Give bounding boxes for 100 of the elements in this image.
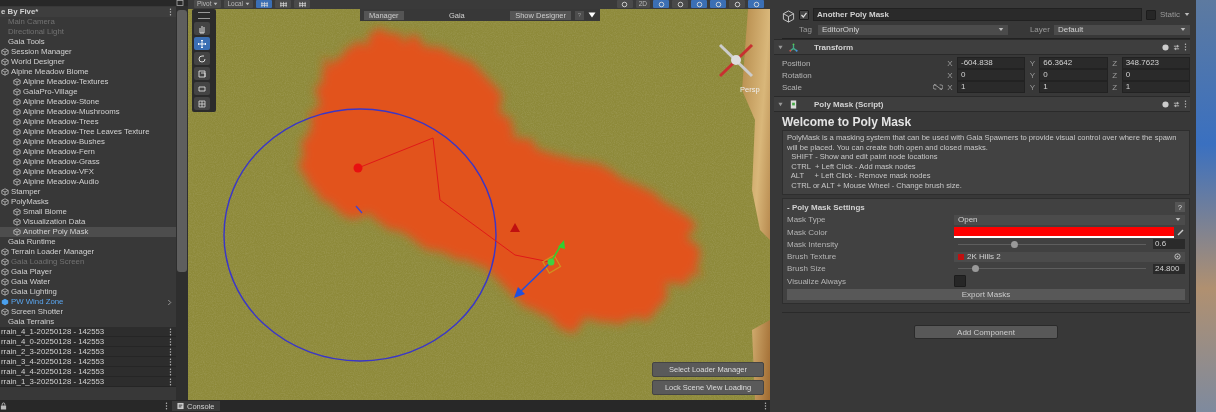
console-icon xyxy=(177,402,184,410)
number-field[interactable]: 1 xyxy=(1121,81,1190,93)
component-header[interactable]: Poly Mask (Script) xyxy=(774,96,1190,112)
number-field[interactable]: 24.800 xyxy=(1153,263,1185,274)
active-checkbox[interactable] xyxy=(799,9,809,20)
link-icon[interactable] xyxy=(933,84,943,90)
color-field[interactable] xyxy=(954,226,1174,238)
grid-snap-icon[interactable] xyxy=(256,0,272,8)
toolbar-toggle-icon[interactable] xyxy=(616,0,633,8)
number-field[interactable]: 0 xyxy=(957,69,1026,81)
number-field[interactable]: 1 xyxy=(1039,81,1108,93)
axis-label: Y xyxy=(1028,70,1036,80)
cone-marker xyxy=(510,223,520,232)
tag-label: Tag xyxy=(799,25,812,34)
field-label: Scale xyxy=(782,82,803,92)
cube-icon xyxy=(13,178,21,186)
add-component-button[interactable]: Add Component xyxy=(914,325,1058,340)
number-field[interactable]: 0 xyxy=(1121,69,1190,81)
target-icon xyxy=(1174,253,1181,261)
cube-icon xyxy=(1,58,9,66)
toolbar-toggle-icon[interactable] xyxy=(729,0,745,8)
cube-icon xyxy=(13,118,21,126)
axis-label: Z xyxy=(1111,58,1119,68)
name-field[interactable]: Another Poly Mask xyxy=(813,8,1142,21)
eyedropper-icon[interactable] xyxy=(1177,228,1185,236)
cube-icon xyxy=(13,128,21,136)
kebab-menu-icon[interactable] xyxy=(165,402,168,410)
number-field[interactable]: 0.6 xyxy=(1153,239,1185,250)
field-label: Mask Type xyxy=(787,215,827,225)
caret-down-icon xyxy=(997,27,1004,32)
component-heading: Welcome to Poly Mask xyxy=(782,114,913,130)
hand-tool-icon[interactable] xyxy=(194,22,210,35)
cube-icon xyxy=(1,308,9,316)
toolbar-toggle-icon[interactable] xyxy=(748,0,764,8)
move-gizmo-drawing xyxy=(514,240,565,298)
script-icon xyxy=(789,99,798,109)
tag-dropdown[interactable]: EditorOnly xyxy=(817,24,1008,35)
number-field[interactable]: 66.3642 xyxy=(1039,57,1108,69)
kebab-menu-icon xyxy=(169,348,173,356)
cube-icon xyxy=(13,138,21,146)
rotate-tool-icon[interactable] xyxy=(194,52,210,65)
cube-icon xyxy=(1,258,9,266)
grid-snap-icon[interactable] xyxy=(275,0,291,8)
rect-tool-icon[interactable] xyxy=(194,82,210,95)
cube-icon xyxy=(782,10,795,23)
toolbar-toggle-icon[interactable] xyxy=(710,0,726,8)
mask-node xyxy=(353,163,363,173)
axis-label: Z xyxy=(1111,82,1119,92)
number-field[interactable]: 1 xyxy=(957,81,1026,93)
slider-thumb[interactable] xyxy=(971,265,979,273)
cube-icon xyxy=(13,158,21,166)
cube-icon xyxy=(1,198,9,206)
caret-down-icon xyxy=(1175,217,1181,223)
field-label: Brush Size xyxy=(787,264,827,274)
cube-icon xyxy=(1,68,9,76)
kebab-menu-icon xyxy=(169,358,173,366)
object-field[interactable]: 2K Hills 2 xyxy=(954,251,1185,262)
cube-icon xyxy=(13,88,21,96)
caret-down-icon xyxy=(213,2,219,6)
caret-down-icon[interactable] xyxy=(588,12,596,18)
number-field[interactable]: 348.7623 xyxy=(1121,57,1190,69)
layer-label: Layer xyxy=(1029,25,1050,34)
axis-label: Y xyxy=(1028,82,1036,92)
field-label: Rotation xyxy=(782,70,813,80)
caret-down-icon xyxy=(1180,27,1186,32)
number-field[interactable]: -604.838 xyxy=(957,57,1026,69)
cube-icon xyxy=(13,228,21,236)
caret-down-icon xyxy=(245,2,250,6)
checkbox[interactable] xyxy=(954,275,966,288)
scale-tool-icon[interactable] xyxy=(194,67,210,80)
kebab-menu-icon xyxy=(169,8,173,16)
slider-thumb[interactable] xyxy=(1011,240,1019,248)
scrollbar[interactable] xyxy=(176,6,188,400)
panel-menu-icon[interactable] xyxy=(176,0,184,6)
transform-tool-icon[interactable] xyxy=(194,97,210,110)
transform-icon xyxy=(789,42,798,52)
cube-icon xyxy=(1,288,9,296)
toolbar-toggle-icon[interactable] xyxy=(653,0,669,8)
cube-icon xyxy=(1,298,9,306)
chevron-right-icon xyxy=(167,298,173,306)
layer-dropdown[interactable]: Default xyxy=(1053,24,1190,35)
mask-type-dropdown[interactable]: Open xyxy=(954,214,1185,225)
static-checkbox[interactable] xyxy=(1146,9,1156,20)
orientation-gizmo-icon xyxy=(718,43,754,78)
axis-label: Y xyxy=(1028,58,1036,68)
cube-icon xyxy=(1,48,9,56)
cube-icon xyxy=(13,218,21,226)
number-field[interactable]: 0 xyxy=(1039,69,1108,81)
move-tool-icon[interactable] xyxy=(194,37,210,50)
lock-icon[interactable] xyxy=(0,402,7,410)
toolbar-toggle-icon[interactable] xyxy=(691,0,707,8)
toolbar-toggle-icon[interactable] xyxy=(672,0,688,8)
grid-snap-icon[interactable] xyxy=(294,0,310,8)
field-label: Mask Intensity xyxy=(787,239,840,249)
export-masks-button[interactable]: Export Masks xyxy=(787,289,1185,301)
kebab-menu-icon[interactable] xyxy=(764,402,767,410)
caret-down-icon[interactable] xyxy=(1184,12,1190,17)
static-label: Static xyxy=(1160,10,1180,19)
cube-icon xyxy=(13,78,21,86)
component-header[interactable]: Transform xyxy=(774,39,1190,55)
